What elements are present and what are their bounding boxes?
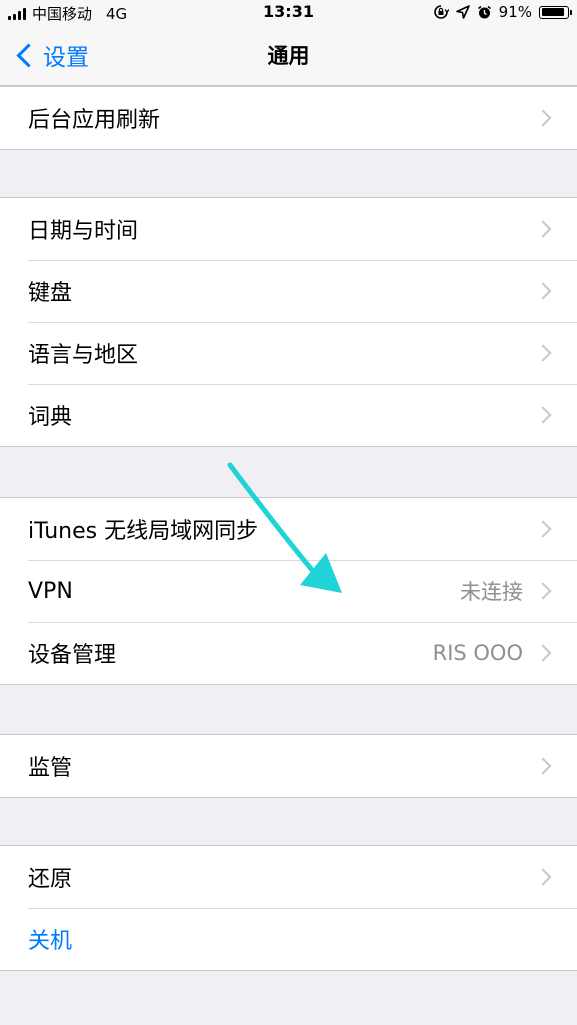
chevron-right-icon: [534, 520, 552, 538]
settings-group-connectivity: iTunes 无线局域网同步 VPN 未连接 设备管理 RIS OOO: [0, 497, 577, 685]
settings-row-date-time[interactable]: 日期与时间: [0, 198, 577, 260]
settings-group-regional: 日期与时间 键盘 语言与地区 词典: [0, 197, 577, 447]
settings-group-supervision: 监管: [0, 734, 577, 798]
settings-row-itunes-wifi-sync[interactable]: iTunes 无线局域网同步: [0, 498, 577, 560]
vpn-status-value: 未连接: [460, 580, 523, 604]
chevron-right-icon: [534, 757, 552, 775]
settings-row-dictionary[interactable]: 词典: [0, 384, 577, 446]
page-title: 通用: [267, 44, 310, 68]
settings-row-shut-down[interactable]: 关机: [0, 908, 577, 970]
chevron-right-icon: [534, 220, 552, 238]
battery-percentage: 91%: [498, 3, 532, 21]
settings-group-reset: 还原 关机: [0, 845, 577, 971]
row-label: 监管: [28, 756, 73, 781]
settings-row-vpn[interactable]: VPN 未连接: [0, 560, 577, 622]
battery-icon: [539, 5, 572, 19]
row-label: 语言与地区: [28, 343, 139, 368]
battery-fill: [541, 8, 565, 16]
settings-row-language-region[interactable]: 语言与地区: [0, 322, 577, 384]
row-label: 日期与时间: [28, 219, 139, 244]
navigation-bar: 设置 通用: [0, 26, 577, 86]
alarm-icon: [477, 5, 491, 18]
status-right: 91%: [433, 3, 572, 21]
location-icon: [455, 5, 470, 19]
settings-row-keyboard[interactable]: 键盘: [0, 260, 577, 322]
chevron-right-icon: [534, 406, 552, 424]
rotation-lock-icon: [433, 5, 449, 19]
row-label: 词典: [28, 405, 73, 430]
chevron-right-icon: [534, 344, 552, 362]
chevron-right-icon: [534, 644, 552, 662]
status-bar: 中国移动 4G 13:31 91%: [0, 0, 577, 26]
settings-row-background-app-refresh[interactable]: 后台应用刷新: [0, 87, 577, 149]
row-label: 关机: [28, 929, 73, 954]
row-label: iTunes 无线局域网同步: [28, 519, 259, 544]
settings-row-reset[interactable]: 还原: [0, 846, 577, 908]
chevron-right-icon: [534, 109, 552, 127]
row-label: VPN: [28, 578, 73, 604]
device-management-value: RIS OOO: [432, 641, 523, 665]
chevron-right-icon: [534, 582, 552, 600]
chevron-right-icon: [534, 282, 552, 300]
settings-row-supervision[interactable]: 监管: [0, 735, 577, 797]
row-label: 还原: [28, 867, 73, 892]
chevron-right-icon: [534, 868, 552, 886]
row-label: 键盘: [28, 281, 73, 306]
settings-row-device-management[interactable]: 设备管理 RIS OOO: [0, 622, 577, 684]
row-label: 后台应用刷新: [28, 108, 161, 133]
settings-group-background-refresh: 后台应用刷新: [0, 86, 577, 150]
row-label: 设备管理: [28, 643, 117, 668]
